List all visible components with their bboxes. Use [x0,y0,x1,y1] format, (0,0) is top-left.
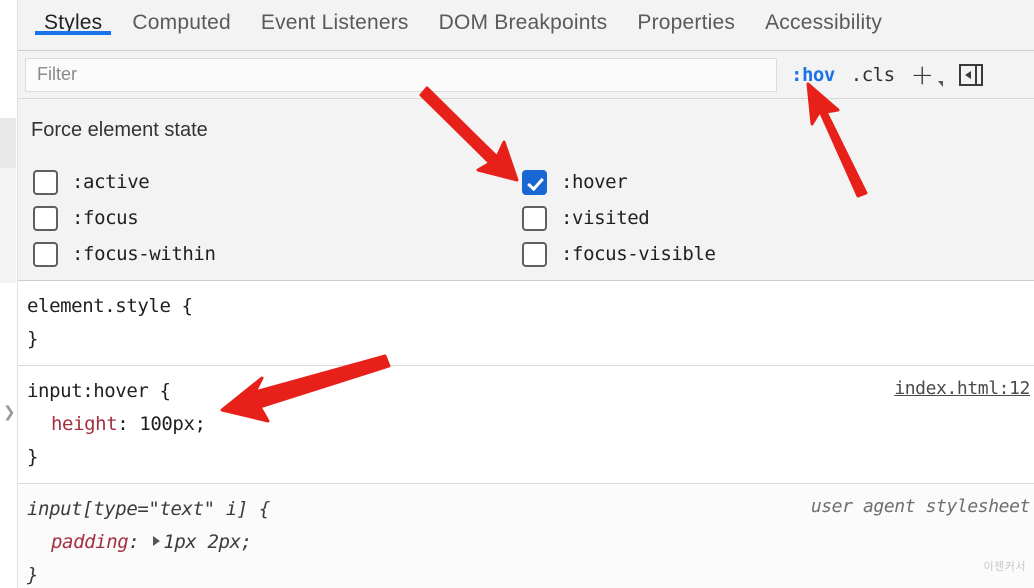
rule-element-style[interactable]: element.style { } [17,281,1034,366]
force-state-focus-within[interactable]: :focus-within [33,236,216,272]
rule-source-link[interactable]: index.html:12 [894,378,1030,399]
css-rules-list[interactable]: element.style { } input:hover { height: … [17,281,1034,588]
tab-list: Styles Computed Event Listeners DOM Brea… [17,0,1034,50]
rule-source-label: user agent stylesheet [810,496,1031,517]
declaration-property[interactable]: padding [27,531,129,553]
force-state-focus-visible-label: :focus-visible [561,243,716,265]
gutter-block-top [0,118,16,168]
force-state-focus-label: :focus [72,207,139,229]
force-state-hover[interactable]: :hover [522,164,716,200]
rule-input-hover[interactable]: input:hover { height: 100px; } index.htm… [17,366,1034,484]
tab-styles-label: Styles [44,11,103,34]
left-gutter: ‏ ❯ [0,0,18,588]
expand-triangle-icon[interactable] [153,536,161,546]
tab-accessibility-label: Accessibility [765,11,883,34]
declaration-property[interactable]: height [27,413,118,435]
rule-input-type-text[interactable]: input[type="text" i] { padding: 1px 2px;… [17,484,1034,588]
tab-dom-breakpoints[interactable]: DOM Breakpoints [424,0,623,35]
chevron-down-icon [938,80,943,87]
styles-toolbar: :hov .cls + [17,51,1034,99]
force-state-visited[interactable]: :visited [522,200,716,236]
declaration-separator: : [117,413,140,435]
force-state-hover-label: :hover [561,171,628,193]
tab-event-listeners[interactable]: Event Listeners [246,0,424,35]
force-state-focus[interactable]: :focus [33,200,216,236]
devtools-tabbar: Styles Computed Event Listeners DOM Brea… [17,0,1034,51]
new-style-rule-button[interactable]: + [911,60,943,88]
declaration-value[interactable]: 1px 2px; [163,531,252,553]
force-state-right-column: :hover :visited :focus-visible [522,164,716,272]
toolbar-buttons: :hov .cls + [791,60,983,88]
declaration-value[interactable]: 100px; [139,413,206,435]
declaration-padding[interactable]: padding: 1px 2px; [17,526,1034,559]
tab-properties-label: Properties [637,11,736,34]
rule-close-brace: } [27,564,39,586]
force-state-visited-label: :visited [561,207,650,229]
force-element-state-title: Force element state [31,119,208,141]
force-state-toggle-button[interactable]: :hov [791,64,835,86]
force-state-active-label: :active [72,171,150,193]
tab-accessibility[interactable]: Accessibility [750,0,897,35]
rule-expand-chevron-icon[interactable]: ❯ [3,405,16,420]
rule-selector[interactable]: input:hover { [17,375,1034,408]
checkbox-focus[interactable] [33,205,58,231]
force-state-active[interactable]: :active [33,164,216,200]
rule-close-brace: } [27,328,39,350]
checkbox-focus-visible[interactable] [522,241,547,267]
tab-computed-label: Computed [132,11,231,34]
tab-event-listeners-label: Event Listeners [260,11,409,34]
filter-box[interactable] [25,57,777,92]
element-classes-button[interactable]: .cls [851,64,895,86]
tab-computed[interactable]: Computed [117,0,246,35]
rule-selector[interactable]: element.style { [17,290,1034,323]
tab-properties[interactable]: Properties [622,0,750,35]
tab-dom-breakpoints-label: DOM Breakpoints [438,11,608,34]
checkbox-visited[interactable] [522,205,547,231]
toggle-sidebar-icon[interactable] [959,63,983,86]
declaration-separator: : [128,531,151,553]
checkbox-focus-within[interactable] [33,241,58,267]
force-state-focus-within-label: :focus-within [72,243,216,265]
filter-input[interactable] [35,63,776,86]
tab-styles[interactable]: Styles [29,0,117,35]
checkbox-active[interactable] [33,169,58,195]
watermark: 이젠커서 [983,560,1026,573]
plus-icon: + [910,57,934,91]
force-element-state-panel: Force element state :active :focus :focu… [17,99,1034,281]
gutter-block-mid [0,168,16,283]
checkbox-hover[interactable] [522,169,547,195]
force-state-focus-visible[interactable]: :focus-visible [522,236,716,272]
force-state-left-column: :active :focus :focus-within [33,164,216,272]
rule-close-brace: } [27,446,39,468]
declaration-height[interactable]: height: 100px; [17,408,1034,441]
